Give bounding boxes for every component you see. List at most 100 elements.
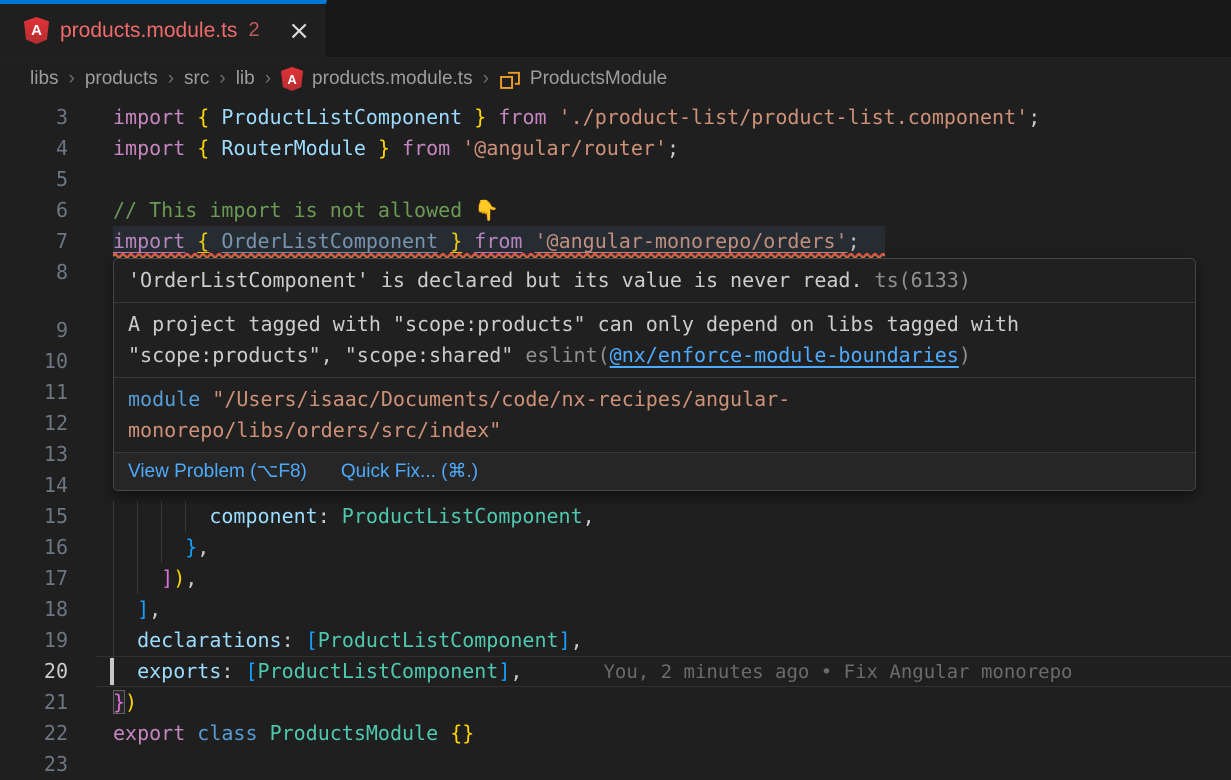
code-token: exports (137, 659, 221, 683)
code-line[interactable]: 15 component: ProductListComponent, (0, 501, 1231, 532)
line-number[interactable]: 21 (0, 687, 68, 718)
hover-message-section: 'OrderListComponent' is declared but its… (114, 259, 1195, 303)
code-token: , (571, 628, 583, 652)
code-line[interactable]: 17 ]), (0, 563, 1231, 594)
breadcrumb-item-productsmodule[interactable]: ProductsModule (499, 68, 667, 90)
hover-message-row: A project tagged with "scope:products" c… (128, 309, 1181, 340)
line-number[interactable]: 9 (0, 315, 68, 346)
code-line[interactable]: 23 (0, 749, 1231, 780)
line-number[interactable]: 23 (0, 749, 68, 780)
breadcrumb-item-lib[interactable]: lib (236, 68, 255, 90)
line-number[interactable]: 18 (0, 594, 68, 625)
code-line-text: }, (113, 532, 209, 563)
code-line[interactable]: 18 ], (0, 594, 1231, 625)
hover-text: ) (959, 343, 971, 367)
breadcrumb-label: src (184, 68, 209, 90)
breadcrumb-separator-icon: › (168, 68, 174, 90)
code-token (209, 136, 221, 160)
line-number[interactable]: 15 (0, 501, 68, 532)
code-token: export (113, 721, 185, 745)
hover-text: "scope:products", "scope:shared" (128, 343, 525, 367)
hover-message-row: "scope:products", "scope:shared" eslint(… (128, 340, 1181, 371)
code-line[interactable]: 3 import { ProductListComponent } from '.… (0, 102, 1231, 133)
indent-guide (113, 532, 114, 563)
code-line-text: export class ProductsModule {} (113, 718, 474, 749)
code-token (113, 628, 137, 652)
hover-message-section: A project tagged with "scope:products" c… (114, 303, 1195, 378)
code-line[interactable]: 4import { RouterModule } from '@angular/… (0, 133, 1231, 164)
hover-message-row: monorepo/libs/orders/src/index" (128, 415, 1181, 446)
code-token: } (474, 105, 486, 129)
class-symbol-icon (499, 68, 521, 90)
line-number[interactable]: 20 (0, 656, 68, 687)
hover-text: monorepo/libs/orders/src/index" (128, 418, 501, 442)
code-line[interactable]: 21}) (0, 687, 1231, 718)
breadcrumb-item-src[interactable]: src (184, 68, 209, 90)
code-token: {} (450, 721, 474, 745)
indent-guide (113, 563, 114, 594)
code-line[interactable]: 19 declarations: [ProductListComponent], (0, 625, 1231, 656)
indent-guide (137, 532, 138, 563)
code-token (185, 136, 197, 160)
code-line[interactable]: 20 exports: [ProductListComponent],You, … (0, 656, 1231, 687)
hover-text: eslint( (525, 343, 609, 367)
line-number[interactable]: 6 (0, 195, 68, 226)
code-line[interactable]: 5 (0, 164, 1231, 195)
line-number[interactable]: 13 (0, 439, 68, 470)
line-number[interactable]: 10 (0, 346, 68, 377)
code-line[interactable]: 22 export class ProductsModule {} (0, 718, 1231, 749)
code-token: import (113, 105, 185, 129)
code-token (438, 721, 450, 745)
line-number[interactable]: 3 (0, 102, 68, 133)
code-token: ; (667, 136, 679, 160)
close-icon[interactable]: × (288, 18, 310, 44)
code-token (113, 597, 137, 621)
line-number[interactable]: 14 (0, 470, 68, 501)
breadcrumb-separator-icon: › (219, 68, 225, 90)
line-number[interactable]: 8 (0, 257, 68, 288)
code-token (462, 105, 474, 129)
code-token: : (221, 659, 245, 683)
angular-file-icon: A (24, 17, 49, 44)
code-line[interactable]: 6// This import is not allowed 👇 (0, 195, 1231, 226)
code-token (113, 659, 137, 683)
tab-products-module[interactable]: A products.module.ts 2 × (0, 0, 327, 57)
breadcrumb-item-libs[interactable]: libs (30, 68, 59, 90)
code-line[interactable]: 7import { OrderListComponent } from '@an… (0, 226, 1231, 257)
code-line[interactable]: 16 }, (0, 532, 1231, 563)
code-token (366, 136, 378, 160)
code-line-text: import { ProductListComponent } from './… (113, 102, 1040, 133)
code-token: { (197, 136, 209, 160)
line-number[interactable]: 17 (0, 563, 68, 594)
indent-guide (113, 625, 114, 656)
line-number[interactable]: 5 (0, 164, 68, 195)
text-cursor (110, 658, 114, 685)
code-token: './product-list/product-list.component' (559, 105, 1029, 129)
code-token (547, 105, 559, 129)
hover-text: module (128, 387, 212, 411)
code-token: : (282, 628, 306, 652)
view-problem-action[interactable]: View Problem (⌥F8) (128, 460, 307, 483)
line-number[interactable]: 19 (0, 625, 68, 656)
hover-text: "/Users/isaac/Documents/code/nx-recipes/… (212, 387, 790, 411)
code-token (185, 105, 197, 129)
line-number[interactable]: 12 (0, 408, 68, 439)
eslint-rule-link[interactable]: @nx/enforce-module-boundaries (610, 343, 959, 367)
code-token: ProductListComponent (258, 659, 499, 683)
line-number[interactable]: 4 (0, 133, 68, 164)
line-number[interactable]: 16 (0, 532, 68, 563)
line-number[interactable]: 11 (0, 377, 68, 408)
line-number[interactable]: 7 (0, 226, 68, 257)
code-token: , (197, 535, 209, 559)
code-token (486, 105, 498, 129)
code-editor[interactable]: 3 import { ProductListComponent } from '.… (0, 100, 1231, 780)
code-token: import (113, 136, 185, 160)
indent-guide (113, 594, 114, 625)
quick-fix-action[interactable]: Quick Fix... (⌘.) (341, 460, 478, 483)
breadcrumb-item-products-module-ts[interactable]: Aproducts.module.ts (281, 67, 473, 91)
code-token (209, 105, 221, 129)
line-number[interactable]: 22 (0, 718, 68, 749)
code-token: [ (245, 659, 257, 683)
code-token (258, 721, 270, 745)
breadcrumb-item-products[interactable]: products (85, 68, 158, 90)
